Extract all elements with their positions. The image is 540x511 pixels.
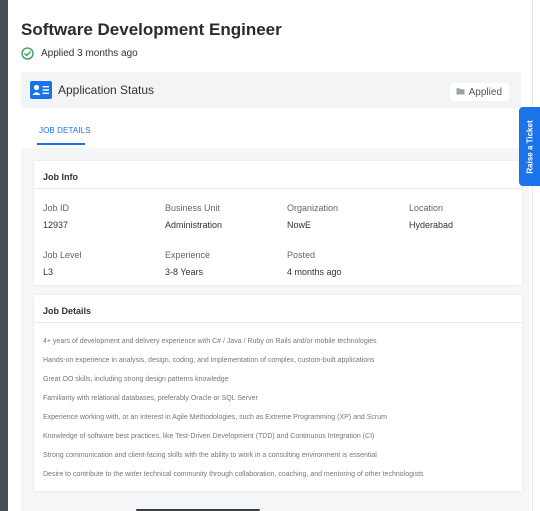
field-label: Posted xyxy=(287,250,316,260)
application-status-bar: Application Status Applied xyxy=(21,72,521,108)
job-details-card: Job Details 4+ years of development and … xyxy=(34,295,522,491)
tab-job-details[interactable]: JOB DETAILS xyxy=(39,126,91,135)
requirement-line: Familiarity with relational databases, p… xyxy=(43,395,258,402)
field-value: 4 months ago xyxy=(287,267,342,277)
requirement-line: Experience working with, or an interest … xyxy=(43,414,387,421)
field-experience: Experience 3-8 Years xyxy=(165,250,210,277)
field-value: Hyderabad xyxy=(409,220,454,230)
field-value: L3 xyxy=(43,267,54,277)
field-label: Location xyxy=(409,203,444,213)
job-info-heading: Job Info xyxy=(34,161,522,189)
contact-card-icon xyxy=(30,81,52,99)
field-label: Job Level xyxy=(43,250,82,260)
requirement-line: Strong communication and client-facing s… xyxy=(43,452,377,459)
field-job-level: Job Level L3 xyxy=(43,250,82,277)
raise-ticket-label: Raise a Ticket xyxy=(525,119,534,174)
job-info-card: Job Info Job ID 12937 Business Unit Admi… xyxy=(34,161,522,285)
status-badge: Applied xyxy=(449,83,509,101)
job-detail-panel: Software Development Engineer Applied 3 … xyxy=(8,0,532,511)
left-sidebar-edge xyxy=(0,0,8,511)
raise-ticket-button[interactable]: Raise a Ticket xyxy=(519,107,540,186)
requirement-line: Hands-on experience in analysis, design,… xyxy=(43,357,375,364)
application-status-title: Application Status xyxy=(58,83,155,97)
field-value: NowE xyxy=(287,220,312,230)
requirement-line: Desire to contribute to the wider techni… xyxy=(43,471,424,478)
field-posted: Posted 4 months ago xyxy=(287,250,342,277)
job-title: Software Development Engineer xyxy=(21,20,282,39)
field-job-id: Job ID 12937 xyxy=(43,203,69,230)
requirement-line: 4+ years of development and delivery exp… xyxy=(43,338,377,345)
requirement-line: Great OO skills, including strong design… xyxy=(43,376,229,383)
field-value: 12937 xyxy=(43,220,69,230)
field-value: 3-8 Years xyxy=(165,267,204,277)
field-label: Experience xyxy=(165,250,211,260)
field-label: Job ID xyxy=(43,203,70,213)
field-business-unit: Business Unit Administration xyxy=(165,203,222,230)
check-circle-icon xyxy=(21,47,34,60)
requirement-line: Knowledge of software best practices, li… xyxy=(43,433,375,440)
status-badge-label: Applied xyxy=(468,86,502,98)
applied-indicator: Applied 3 months ago xyxy=(21,47,138,60)
applied-text: Applied 3 months ago xyxy=(41,48,138,59)
field-organization: Organization NowE xyxy=(287,203,338,230)
field-location: Location Hyderabad xyxy=(409,203,453,230)
job-details-heading: Job Details xyxy=(34,295,522,323)
field-label: Business Unit xyxy=(165,203,221,213)
right-scroll-edge xyxy=(532,0,540,511)
field-label: Organization xyxy=(287,203,339,213)
folder-icon xyxy=(456,87,465,98)
field-value: Administration xyxy=(165,220,223,230)
active-tab-indicator xyxy=(37,143,85,145)
tab-content-area: Job Info Job ID 12937 Business Unit Admi… xyxy=(21,148,529,511)
